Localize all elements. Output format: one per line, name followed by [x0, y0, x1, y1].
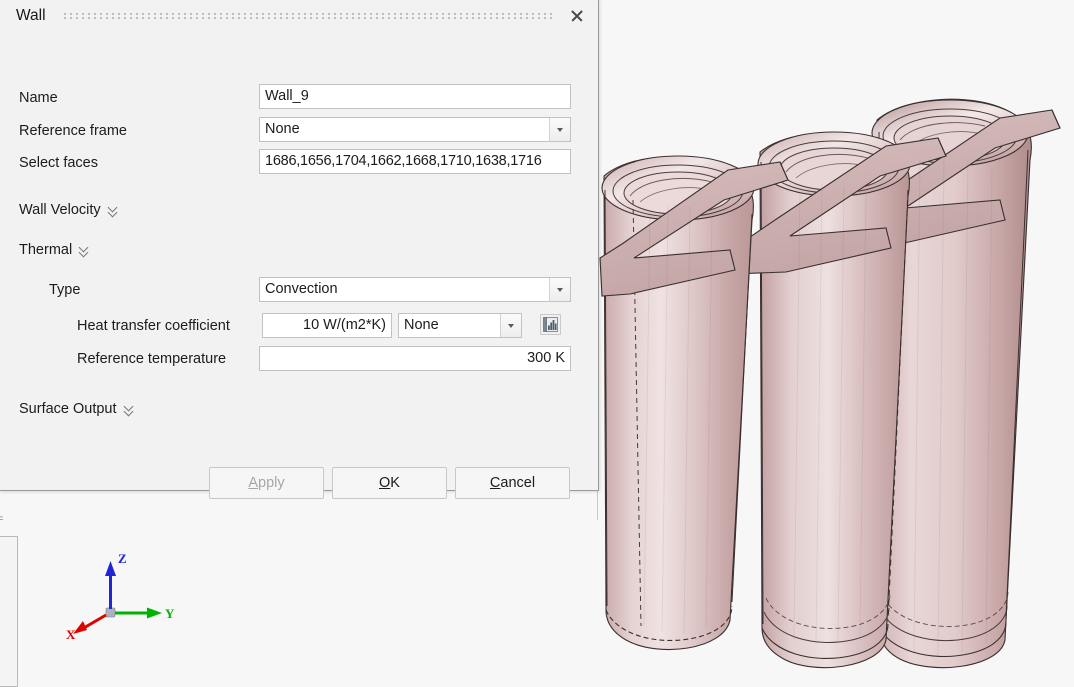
thermal-type-select[interactable]: Convection [259, 277, 571, 302]
ok-button-rest: K [390, 475, 400, 491]
heat-transfer-coefficient-input[interactable]: 10 W/(m2*K) [262, 313, 392, 338]
dialog-titlebar[interactable]: Wall [0, 0, 598, 33]
cancel-button-mnemonic: C [489, 475, 501, 491]
double-chevron-down-icon[interactable] [108, 204, 119, 217]
cancel-button[interactable]: Cancel [455, 467, 570, 499]
cancel-button-rest: ancel [500, 475, 536, 491]
apply-button-mnemonic: A [248, 475, 259, 491]
reference-frame-value: None [265, 121, 300, 137]
ok-button[interactable]: OK [332, 467, 447, 499]
svg-text:Y: Y [165, 606, 175, 621]
group-surface-output[interactable]: Surface Output [19, 401, 135, 417]
name-input[interactable]: Wall_9 [259, 84, 571, 109]
group-wall-velocity-label: Wall Velocity [19, 202, 101, 218]
close-icon[interactable] [568, 7, 586, 25]
clipped-panel-label: = [0, 514, 9, 525]
reference-temperature-input[interactable]: 300 K [259, 346, 571, 371]
group-wall-velocity[interactable]: Wall Velocity [19, 202, 119, 218]
heat-transfer-coefficient-profile-select[interactable]: None [398, 313, 522, 338]
axis-x: X [66, 613, 107, 642]
application-window: = Z Y X [0, 0, 1074, 687]
chevron-down-icon[interactable] [549, 278, 570, 301]
svg-text:Z: Z [118, 551, 127, 566]
wall-boundary-dialog: Wall Name Wall_9 Reference frame None Se… [0, 0, 599, 499]
dialog-body: Name Wall_9 Reference frame None Select … [0, 33, 598, 499]
name-label: Name [19, 90, 58, 106]
chevron-down-icon[interactable] [500, 314, 521, 337]
chevron-down-icon[interactable] [549, 118, 570, 141]
chart-table-icon[interactable] [540, 314, 561, 335]
group-thermal-label: Thermal [19, 242, 73, 258]
heat-transfer-coefficient-label: Heat transfer coefficient [77, 318, 230, 334]
reference-temperature-label: Reference temperature [77, 351, 227, 367]
apply-button[interactable]: Apply [209, 467, 324, 499]
axis-triad-widget[interactable]: Z Y X [62, 545, 192, 660]
axis-origin [105, 607, 116, 618]
reference-frame-select[interactable]: None [259, 117, 571, 142]
thermal-type-label: Type [49, 282, 81, 298]
double-chevron-down-icon[interactable] [79, 244, 90, 257]
svg-text:X: X [66, 627, 76, 642]
group-thermal[interactable]: Thermal [19, 242, 90, 258]
ok-button-mnemonic: O [379, 475, 391, 491]
apply-button-rest: pply [258, 475, 285, 491]
thermal-type-value: Convection [265, 281, 338, 297]
axis-y: Y [115, 606, 175, 621]
group-surface-output-label: Surface Output [19, 401, 117, 417]
dialog-title: Wall [16, 7, 46, 24]
left-docked-panel[interactable] [0, 536, 18, 687]
select-faces-input[interactable]: 1686,1656,1704,1662,1668,1710,1638,1716 [259, 149, 571, 174]
heat-transfer-coefficient-profile-value: None [404, 317, 439, 333]
axis-z: Z [105, 551, 127, 609]
titlebar-grip-dots [63, 12, 554, 20]
reference-frame-label: Reference frame [19, 123, 127, 139]
double-chevron-down-icon[interactable] [124, 403, 135, 416]
select-faces-label: Select faces [19, 155, 98, 171]
